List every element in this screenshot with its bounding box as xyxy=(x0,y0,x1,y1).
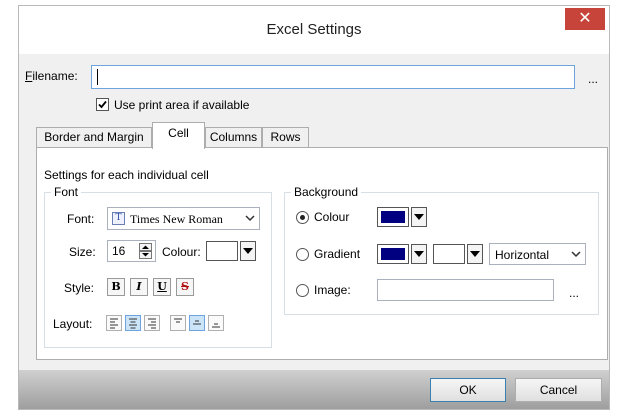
align-middle-icon xyxy=(193,320,201,325)
style-label: Style: xyxy=(64,281,95,295)
layout-label: Layout: xyxy=(53,317,93,331)
cell-settings-description: Settings for each individual cell xyxy=(44,168,209,182)
background-colour-dropdown-button[interactable] xyxy=(411,207,427,227)
font-colour-label: Colour: xyxy=(162,245,201,259)
checkmark-icon xyxy=(98,100,107,109)
gradient-colour-2-swatch[interactable] xyxy=(433,244,465,264)
title-bar[interactable]: Excel Settings ✕ xyxy=(19,6,609,54)
tab-columns[interactable]: Columns xyxy=(205,127,262,148)
gradient-colour-2-dropdown-button[interactable] xyxy=(467,244,483,264)
image-radio[interactable] xyxy=(296,284,309,297)
italic-button[interactable]: I xyxy=(130,278,148,296)
cancel-button[interactable]: Cancel xyxy=(515,378,602,402)
align-left-button[interactable] xyxy=(106,315,122,331)
background-colour-swatch[interactable] xyxy=(377,207,409,227)
align-top-icon xyxy=(174,318,182,323)
gradient-direction-dropdown[interactable]: Horizontal xyxy=(489,243,586,265)
strikethrough-button[interactable]: S xyxy=(176,278,194,296)
excel-settings-dialog: Excel Settings ✕ Filename: ... Use print… xyxy=(18,5,610,410)
size-increment-button[interactable] xyxy=(139,243,152,251)
dialog-title: Excel Settings xyxy=(266,21,362,38)
chevron-down-icon xyxy=(571,251,581,258)
colour-radio[interactable] xyxy=(296,211,309,224)
chevron-down-icon xyxy=(245,215,255,222)
gradient-radio-label: Gradient xyxy=(314,247,361,261)
image-path-input[interactable] xyxy=(377,279,554,301)
image-radio-label: Image: xyxy=(314,283,351,297)
tab-border-and-margin[interactable]: Border and Margin xyxy=(36,127,152,148)
size-decrement-button[interactable] xyxy=(139,251,152,259)
filename-input[interactable] xyxy=(91,65,575,89)
underline-button[interactable]: U xyxy=(153,278,171,296)
align-left-icon xyxy=(110,318,118,329)
font-colour-dropdown-button[interactable] xyxy=(240,241,256,261)
font-dropdown[interactable]: T Times New Roman xyxy=(107,207,260,230)
close-icon: ✕ xyxy=(578,10,592,27)
text-caret xyxy=(97,69,98,85)
align-right-icon xyxy=(148,318,156,329)
size-input[interactable]: 16 xyxy=(107,240,156,262)
cell-settings-panel: Settings for each individual cell Font F… xyxy=(36,147,608,360)
bold-button[interactable]: B xyxy=(107,278,125,296)
align-top-button[interactable] xyxy=(170,315,186,331)
align-center-icon xyxy=(129,318,137,329)
filename-browse-button[interactable]: ... xyxy=(588,72,598,86)
colour-radio-label: Colour xyxy=(314,210,350,224)
background-group: Background Colour Gradient Horizontal Im… xyxy=(284,185,599,315)
filename-label: Filename: xyxy=(25,69,78,83)
arrow-up-icon xyxy=(142,245,149,249)
font-label: Font: xyxy=(67,212,95,226)
print-area-label: Use print area if available xyxy=(114,98,250,112)
font-group: Font Font: T Times New Roman Size: 16 Co… xyxy=(44,185,272,348)
align-middle-button[interactable] xyxy=(189,315,205,331)
font-value: Times New Roman xyxy=(130,212,223,226)
align-center-button[interactable] xyxy=(125,315,141,331)
align-bottom-icon xyxy=(212,323,220,328)
gradient-colour-1-dropdown-button[interactable] xyxy=(411,244,427,264)
tab-rows[interactable]: Rows xyxy=(262,127,309,148)
print-area-checkbox[interactable] xyxy=(96,98,109,111)
gradient-colour-1-swatch[interactable] xyxy=(377,244,409,264)
background-group-label: Background xyxy=(291,185,362,199)
truetype-font-icon: T xyxy=(112,212,125,225)
align-right-button[interactable] xyxy=(144,315,160,331)
arrow-down-icon xyxy=(142,253,149,257)
font-colour-swatch[interactable] xyxy=(206,241,238,261)
gradient-radio[interactable] xyxy=(296,248,309,261)
image-browse-button[interactable]: ... xyxy=(569,286,579,300)
align-bottom-button[interactable] xyxy=(208,315,224,331)
size-label: Size: xyxy=(69,245,96,259)
tab-cell[interactable]: Cell xyxy=(152,122,205,149)
close-button[interactable]: ✕ xyxy=(565,8,605,30)
font-group-label: Font xyxy=(51,185,82,199)
ok-button[interactable]: OK xyxy=(430,378,506,402)
